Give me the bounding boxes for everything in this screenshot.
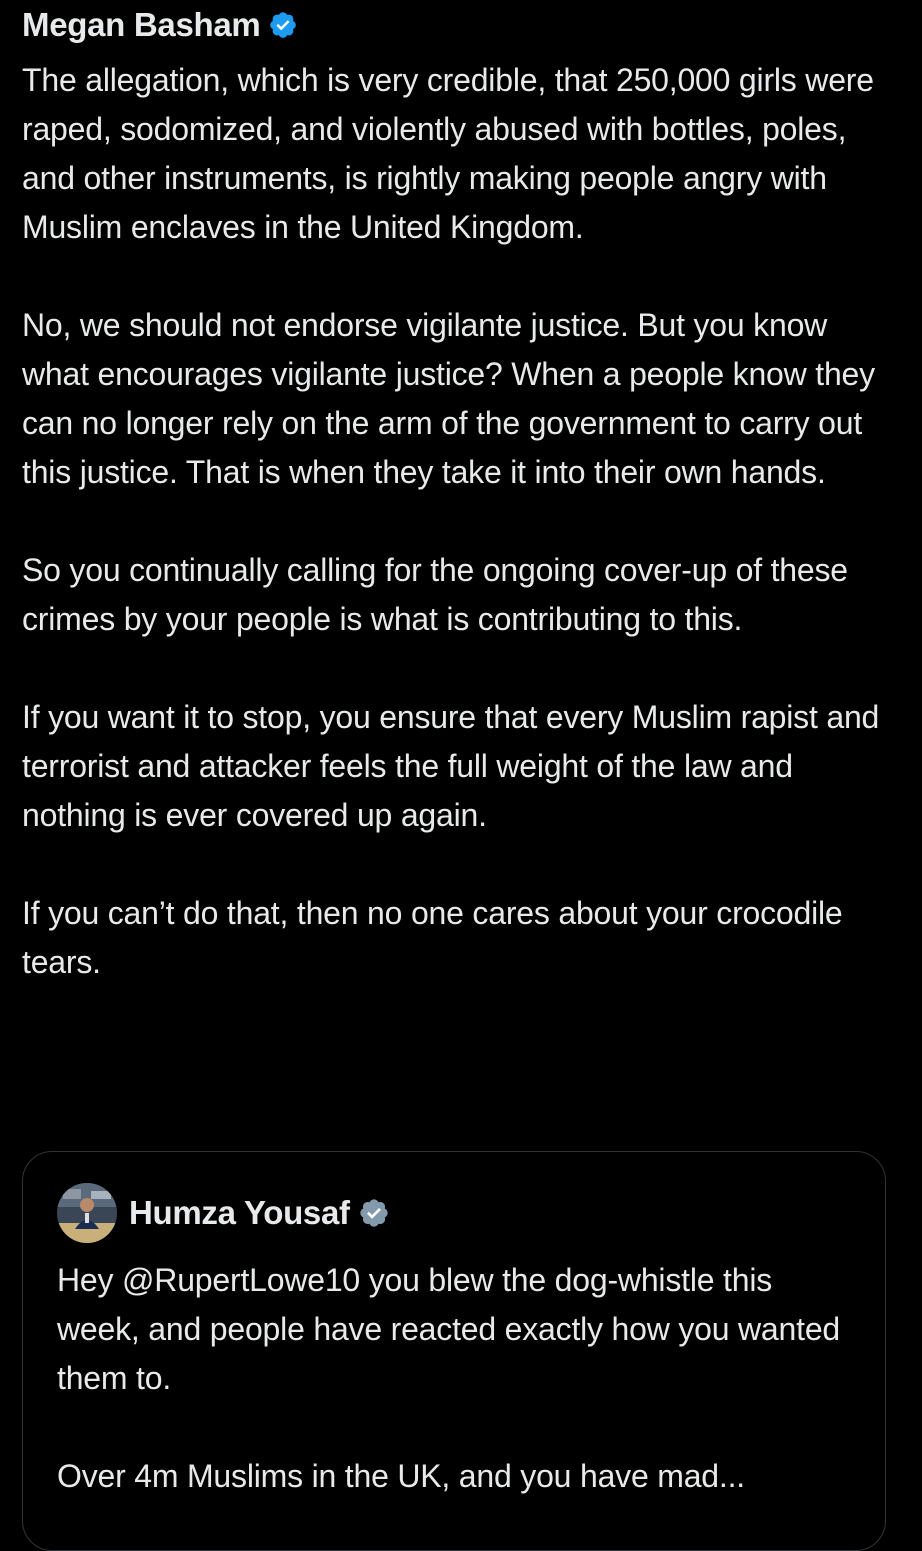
post-author-name[interactable]: Megan Basham: [22, 6, 261, 44]
post-body-text: The allegation, which is very credible, …: [22, 62, 880, 980]
main-post: Megan Basham The allegation, which is ve…: [22, 0, 902, 987]
quoted-post-body-text: Hey @RupertLowe10 you blew the dog-whist…: [57, 1262, 841, 1494]
post-author-row: Megan Basham: [22, 0, 902, 50]
quoted-post-card[interactable]: Humza Yousaf Hey @RupertLowe10 you blew …: [22, 1151, 886, 1551]
quoted-post-header: Humza Yousaf: [57, 1182, 390, 1244]
quoted-author-name[interactable]: Humza Yousaf: [129, 1194, 350, 1232]
quoted-author-avatar[interactable]: [57, 1183, 117, 1243]
government-verified-badge-icon[interactable]: [358, 1197, 390, 1229]
verified-badge-icon[interactable]: [268, 10, 298, 40]
